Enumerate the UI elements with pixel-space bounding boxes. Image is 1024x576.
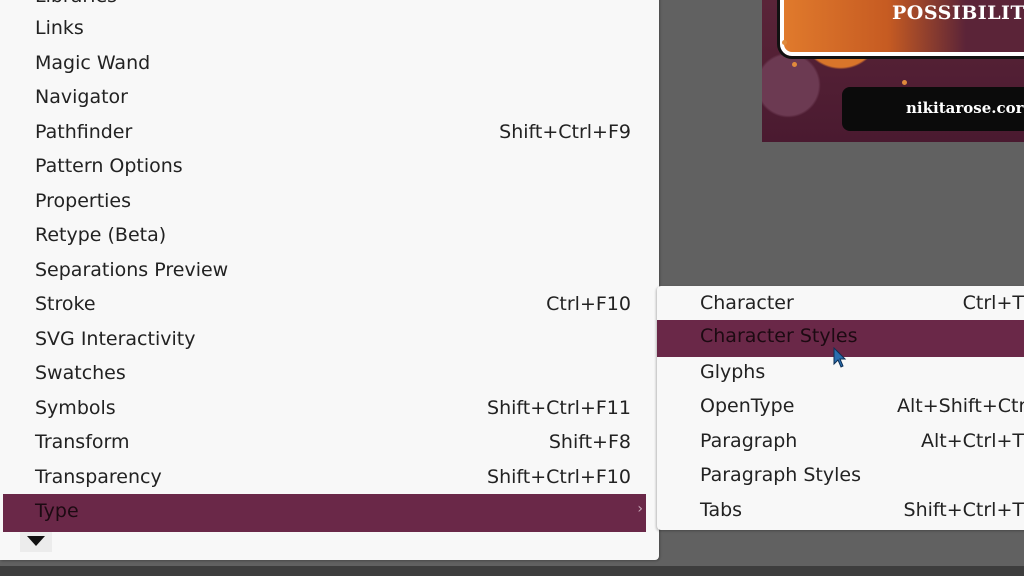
submenu-item-tabs[interactable]: Tabs Shift+Ctrl+T [657,494,1024,531]
menu-item-links[interactable]: Links [3,12,646,49]
submenu-item-label: Character [700,292,794,314]
menu-item-label: Libraries [35,0,117,7]
menu-item-shortcut: Shift+F8 [548,431,631,453]
menu-item-shortcut: Shift+Ctrl+F10 [487,466,631,488]
artwork-url-text: nikitarose.cor [906,99,1024,117]
submenu-item-label: Character Styles [700,325,858,347]
menu-item-symbols[interactable]: Symbols Shift+Ctrl+F11 [3,392,646,429]
submenu-arrow-icon: › [637,501,643,517]
menu-item-label: Retype (Beta) [35,224,167,246]
submenu-item-label: Glyphs [700,361,766,383]
submenu-item-label: Tabs [700,499,743,521]
menu-item-label: Links [35,17,84,39]
menu-item-label: Pattern Options [35,155,183,177]
menu-item-transparency[interactable]: Transparency Shift+Ctrl+F10 [3,461,646,498]
window-menu: Libraries Links Magic Wand Navigator Pat… [0,0,659,560]
artwork-title-text: POSSIBILITI [892,2,1024,24]
menu-item-stroke[interactable]: Stroke Ctrl+F10 [3,288,646,325]
submenu-item-label: Paragraph Styles [700,464,861,486]
menu-item-properties[interactable]: Properties [3,185,646,222]
menu-item-label: Symbols [35,397,116,419]
menu-item-label: Properties [35,190,132,212]
menu-item-pattern-options[interactable]: Pattern Options [3,150,646,187]
triangle-down-icon [27,536,45,546]
submenu-item-paragraph-styles[interactable]: Paragraph Styles [657,459,1024,496]
menu-item-label: Separations Preview [35,259,229,281]
artwork-dot [782,40,787,45]
submenu-item-shortcut: Alt+Shift+Ctrl+T [897,395,1024,417]
menu-item-label: Transform [35,431,130,453]
artwork-dot [792,62,797,67]
menu-item-retype-beta[interactable]: Retype (Beta) [3,219,646,256]
bottom-status-bar [0,566,1024,576]
menu-item-swatches[interactable]: Swatches [3,357,646,394]
submenu-item-shortcut: Alt+Ctrl+T [921,430,1024,452]
submenu-item-shortcut: Ctrl+T [962,292,1024,314]
menu-item-magic-wand[interactable]: Magic Wand [3,47,646,84]
menu-item-label: SVG Interactivity [35,328,196,350]
submenu-item-label: OpenType [700,395,795,417]
menu-item-navigator[interactable]: Navigator [3,81,646,118]
artwork-dot [902,80,907,85]
canvas-artwork: POSSIBILITI nikitarose.cor [762,0,1024,142]
submenu-item-label: Paragraph [700,430,798,452]
submenu-item-shortcut: Shift+Ctrl+T [903,499,1024,521]
menu-item-svg-interactivity[interactable]: SVG Interactivity [3,323,646,360]
menu-item-pathfinder[interactable]: Pathfinder Shift+Ctrl+F9 [3,116,646,153]
menu-item-label: Type [35,500,79,522]
menu-item-shortcut: Ctrl+F10 [546,293,631,315]
menu-item-transform[interactable]: Transform Shift+F8 [3,426,646,463]
type-submenu: Character Ctrl+T Character Styles Glyphs… [657,286,1024,530]
menu-item-label: Magic Wand [35,52,151,74]
menu-item-shortcut: Shift+Ctrl+F11 [487,397,631,419]
menu-item-label: Pathfinder [35,121,133,143]
menu-item-label: Swatches [35,362,126,384]
menu-scroll-down-button[interactable] [20,532,52,552]
artwork-url-banner: nikitarose.cor [842,87,1024,131]
submenu-item-opentype[interactable]: OpenType Alt+Shift+Ctrl+T [657,390,1024,427]
menu-item-label: Transparency [35,466,162,488]
menu-item-shortcut: Shift+Ctrl+F9 [499,121,631,143]
submenu-item-character[interactable]: Character Ctrl+T [657,287,1024,324]
menu-item-type[interactable]: Type › [3,494,646,532]
mouse-pointer-icon [833,347,847,368]
submenu-item-paragraph[interactable]: Paragraph Alt+Ctrl+T [657,425,1024,462]
menu-item-label: Navigator [35,86,128,108]
menu-item-separations-preview[interactable]: Separations Preview [3,254,646,291]
menu-item-label: Stroke [35,293,96,315]
